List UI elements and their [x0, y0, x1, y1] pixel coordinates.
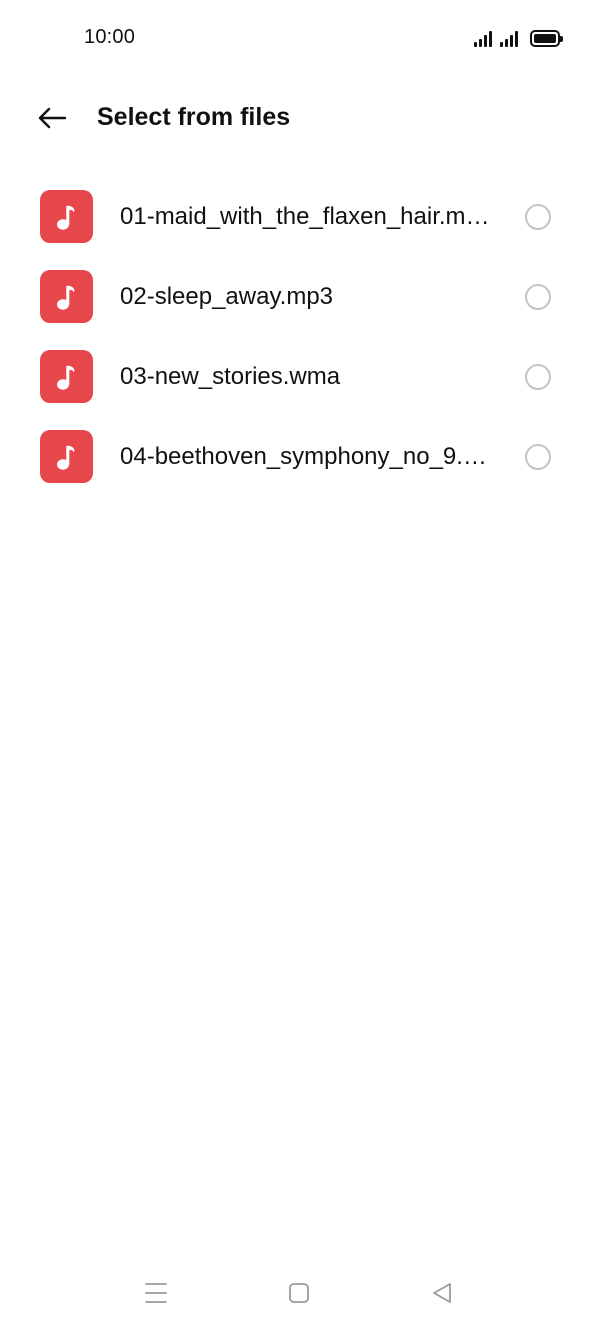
file-row[interactable]: 03-new_stories.wma: [0, 337, 598, 417]
music-note-icon: [56, 365, 74, 390]
music-file-icon: [40, 190, 93, 243]
status-icons: [474, 28, 563, 48]
arrow-left-icon: [38, 107, 67, 129]
nav-menu-button[interactable]: [141, 1278, 171, 1308]
back-triangle-icon: [433, 1283, 451, 1303]
music-file-icon: [40, 270, 93, 323]
navigation-bar: [0, 1266, 598, 1320]
file-name: 02-sleep_away.mp3: [120, 283, 334, 310]
header: Select from files: [0, 90, 598, 146]
home-square-icon: [289, 1283, 309, 1303]
battery-full-icon: [530, 29, 563, 47]
music-note-icon: [56, 285, 74, 310]
file-row[interactable]: 02-sleep_away.mp3: [0, 257, 598, 337]
menu-icon: [145, 1283, 167, 1303]
file-row[interactable]: 01-maid_with_the_flaxen_hair.m…: [0, 177, 598, 257]
select-radio[interactable]: [525, 364, 551, 390]
file-name: 04-beethoven_symphony_no_9.…: [120, 443, 487, 470]
music-note-icon: [56, 205, 74, 230]
status-bar: 10:00: [0, 0, 598, 76]
select-radio[interactable]: [525, 284, 551, 310]
signal-strength-icon: [500, 29, 518, 47]
music-file-icon: [40, 350, 93, 403]
nav-home-button[interactable]: [284, 1278, 314, 1308]
file-name: 01-maid_with_the_flaxen_hair.m…: [120, 203, 490, 230]
signal-strength-icon: [474, 29, 492, 47]
file-list: 01-maid_with_the_flaxen_hair.m… 02-sleep…: [0, 177, 598, 497]
status-time: 10:00: [84, 26, 136, 48]
select-radio[interactable]: [525, 204, 551, 230]
screen: 10:00 Select from files 01-maid_with_the…: [0, 0, 598, 1330]
music-note-icon: [56, 445, 74, 470]
select-radio[interactable]: [525, 444, 551, 470]
back-button[interactable]: [28, 96, 76, 140]
file-name: 03-new_stories.wma: [120, 363, 341, 390]
file-row[interactable]: 04-beethoven_symphony_no_9.…: [0, 417, 598, 497]
nav-back-button[interactable]: [427, 1278, 457, 1308]
music-file-icon: [40, 430, 93, 483]
page-title: Select from files: [97, 103, 291, 131]
